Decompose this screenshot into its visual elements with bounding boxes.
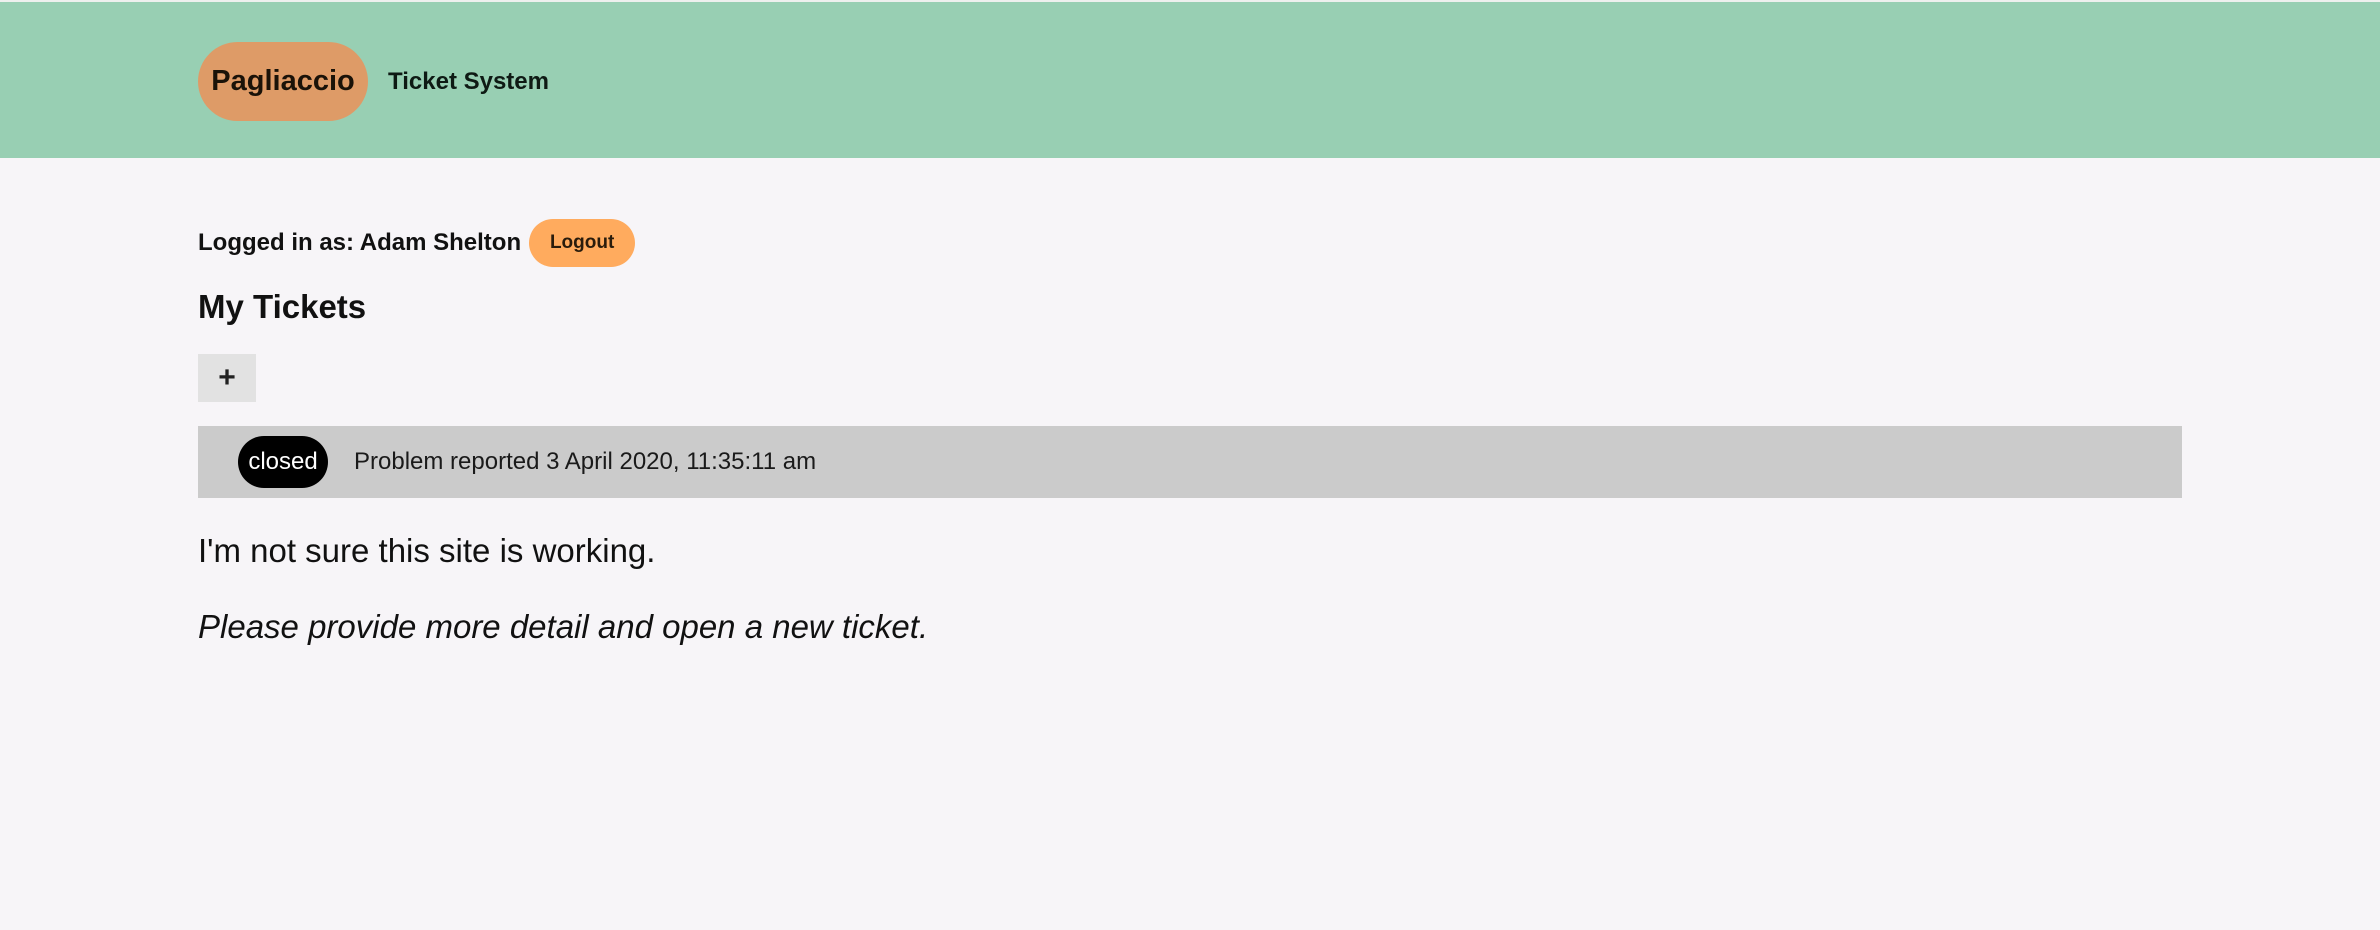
logout-button[interactable]: Logout — [529, 219, 636, 267]
app-header: Pagliaccio Ticket System — [0, 2, 2380, 158]
ticket-response: Please provide more detail and open a ne… — [198, 608, 929, 645]
page-title: My Tickets — [198, 288, 367, 325]
add-ticket-button[interactable]: + — [198, 354, 256, 402]
logged-in-label: Logged in as: Adam Shelton — [198, 229, 522, 256]
ticket-summary: Problem reported 3 April 2020, 11:35:11 … — [354, 448, 817, 475]
brand-logo[interactable]: Pagliaccio — [198, 42, 368, 121]
session-bar: Logged in as: Adam Shelton Logout — [198, 218, 636, 268]
app-subtitle: Ticket System — [388, 68, 549, 95]
ticket-description: I'm not sure this site is working. — [198, 532, 656, 569]
ticket-row[interactable]: closed Problem reported 3 April 2020, 11… — [198, 426, 2182, 498]
status-badge: closed — [238, 436, 328, 488]
